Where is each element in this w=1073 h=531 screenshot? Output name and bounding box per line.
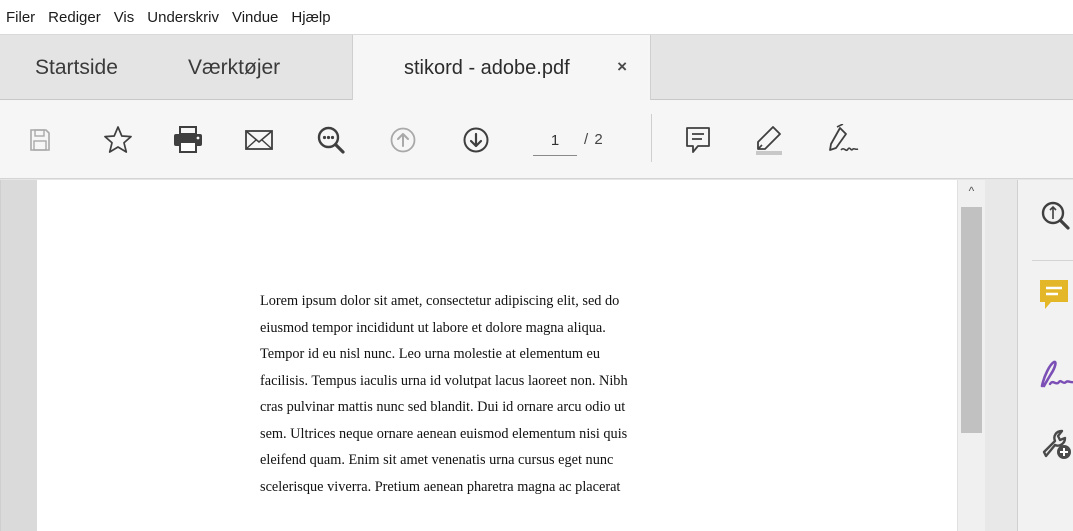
page-down-icon[interactable] [458, 122, 494, 158]
right-panel-gutter [985, 180, 1018, 531]
tab-vaerktojer[interactable]: Værktøjer [188, 35, 280, 100]
page-total-label: / 2 [584, 131, 604, 148]
tab-startside[interactable]: Startside [35, 35, 118, 100]
toolbar-divider [651, 114, 652, 162]
comment-icon[interactable] [680, 122, 716, 158]
zoom-out-icon[interactable] [313, 122, 349, 158]
menu-rediger[interactable]: Rediger [48, 9, 101, 26]
tools-pane [1018, 180, 1073, 531]
menu-vis[interactable]: Vis [114, 9, 135, 26]
vertical-scrollbar[interactable]: ^ [957, 180, 985, 531]
menu-hjaelp[interactable]: Hjælp [291, 9, 330, 26]
tab-bar: Startside Værktøjer stikord - adobe.pdf … [0, 35, 1073, 101]
tab-document-label: stikord - adobe.pdf [404, 56, 570, 79]
text-line: sem. Ultrices neque ornare aenean euismo… [260, 425, 628, 442]
menu-bar: Filer Rediger Vis Underskriv Vindue Hjæl… [0, 0, 1073, 35]
menu-filer[interactable]: Filer [6, 9, 35, 26]
print-icon[interactable] [170, 122, 206, 158]
fill-sign-icon[interactable] [1038, 356, 1073, 396]
tab-document[interactable]: stikord - adobe.pdf × [352, 35, 651, 101]
bookmark-star-icon[interactable] [100, 122, 136, 158]
text-line: Tempor id eu nisl nunc. Leo urna molesti… [260, 346, 601, 362]
email-icon[interactable] [241, 122, 277, 158]
sign-icon[interactable] [825, 122, 861, 158]
comment-tool-icon[interactable] [1038, 276, 1073, 316]
document-area: Lorem ipsum dolor sit amet, consectetur … [0, 180, 958, 531]
close-tab-icon[interactable]: × [617, 58, 627, 76]
zoom-in-icon[interactable] [1038, 198, 1073, 238]
toolbar: 1 / 2 [0, 100, 1073, 179]
tools-pane-divider [1032, 260, 1073, 261]
more-tools-icon[interactable] [1038, 426, 1073, 466]
text-line: eiusmod tempor incididunt ut labore et d… [260, 319, 606, 336]
text-line: scelerisque viverra. Pretium aenean phar… [260, 478, 621, 495]
page-number-input[interactable]: 1 [533, 126, 577, 156]
scroll-thumb[interactable] [961, 207, 982, 433]
highlight-icon[interactable] [751, 122, 787, 158]
scroll-up-icon[interactable]: ^ [963, 183, 980, 200]
pdf-page: Lorem ipsum dolor sit amet, consectetur … [37, 180, 958, 531]
menu-underskriv[interactable]: Underskriv [147, 9, 219, 26]
text-line: Lorem ipsum dolor sit amet, consectetur … [260, 293, 620, 309]
text-line: cras pulvinar mattis nunc sed blandit. D… [260, 399, 626, 415]
page-up-icon[interactable] [385, 122, 421, 158]
text-line: eleifend quam. Enim sit amet venenatis u… [260, 452, 614, 468]
save-icon[interactable] [22, 122, 58, 158]
text-line: facilisis. Tempus iaculis urna id volutp… [260, 372, 628, 389]
page-text: Lorem ipsum dolor sit amet, consectetur … [260, 288, 741, 500]
menu-vindue[interactable]: Vindue [232, 9, 278, 26]
